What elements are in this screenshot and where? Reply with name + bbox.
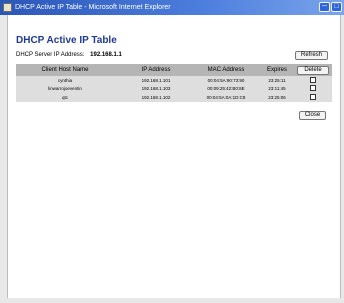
client-mac-address: 00:09:25:42:B0:8E xyxy=(207,86,245,91)
column-header-ip: IP Address xyxy=(141,67,171,73)
close-button[interactable]: Close xyxy=(299,111,326,120)
refresh-button[interactable]: Refresh xyxy=(295,51,328,60)
client-expires: 23:11:45 xyxy=(268,86,286,91)
client-host-name: cynthia xyxy=(57,78,73,83)
column-header-expires: Expires xyxy=(266,67,287,73)
maximize-icon: □ xyxy=(334,3,339,10)
column-header-host: Client Host Name xyxy=(41,67,89,73)
server-ip-value: 192.168.1.1 xyxy=(90,52,122,58)
maximize-button[interactable]: □ xyxy=(331,2,342,12)
table-body: cynthia 192.168.1.101 00:04:5A:90:73:90 … xyxy=(16,76,332,102)
delete-checkbox[interactable] xyxy=(310,94,316,100)
column-header-mac: MAC Address xyxy=(207,67,245,73)
client-mac-address: 00:04:5A:0A:1D:C8 xyxy=(206,95,246,100)
dhcp-server-info: DHCP Server IP Address: 192.168.1.1 xyxy=(16,52,122,58)
client-ip-address: 192.168.1.102 xyxy=(141,95,171,100)
client-host-name: qtc xyxy=(61,95,68,100)
minimize-button[interactable]: ─ xyxy=(319,2,330,12)
delete-checkbox[interactable] xyxy=(310,85,316,91)
page-title: DHCP Active IP Table xyxy=(16,35,117,46)
client-expires: 23:25:06 xyxy=(268,95,286,100)
ie-document-icon xyxy=(3,3,12,12)
title-bar: DHCP Active IP Table - Microsoft Interne… xyxy=(0,0,344,15)
delete-button[interactable]: Delete xyxy=(297,66,329,75)
client-mac-address: 00:04:5A:90:73:90 xyxy=(207,78,245,83)
minimize-icon: ─ xyxy=(322,3,327,10)
browser-window: DHCP Active IP Table - Microsoft Interne… xyxy=(0,0,344,303)
client-expires: 23:25:11 xyxy=(268,78,286,83)
client-ip-address: 192.168.1.101 xyxy=(141,78,171,83)
client-ip-address: 192.168.1.103 xyxy=(141,86,171,91)
delete-checkbox[interactable] xyxy=(310,77,316,83)
client-host-name: linwarrojoeventin xyxy=(48,86,82,91)
table-header: Client Host Name IP Address MAC Address … xyxy=(16,64,332,76)
server-ip-label: DHCP Server IP Address: xyxy=(16,52,85,58)
window-title: DHCP Active IP Table - Microsoft Interne… xyxy=(15,4,171,11)
